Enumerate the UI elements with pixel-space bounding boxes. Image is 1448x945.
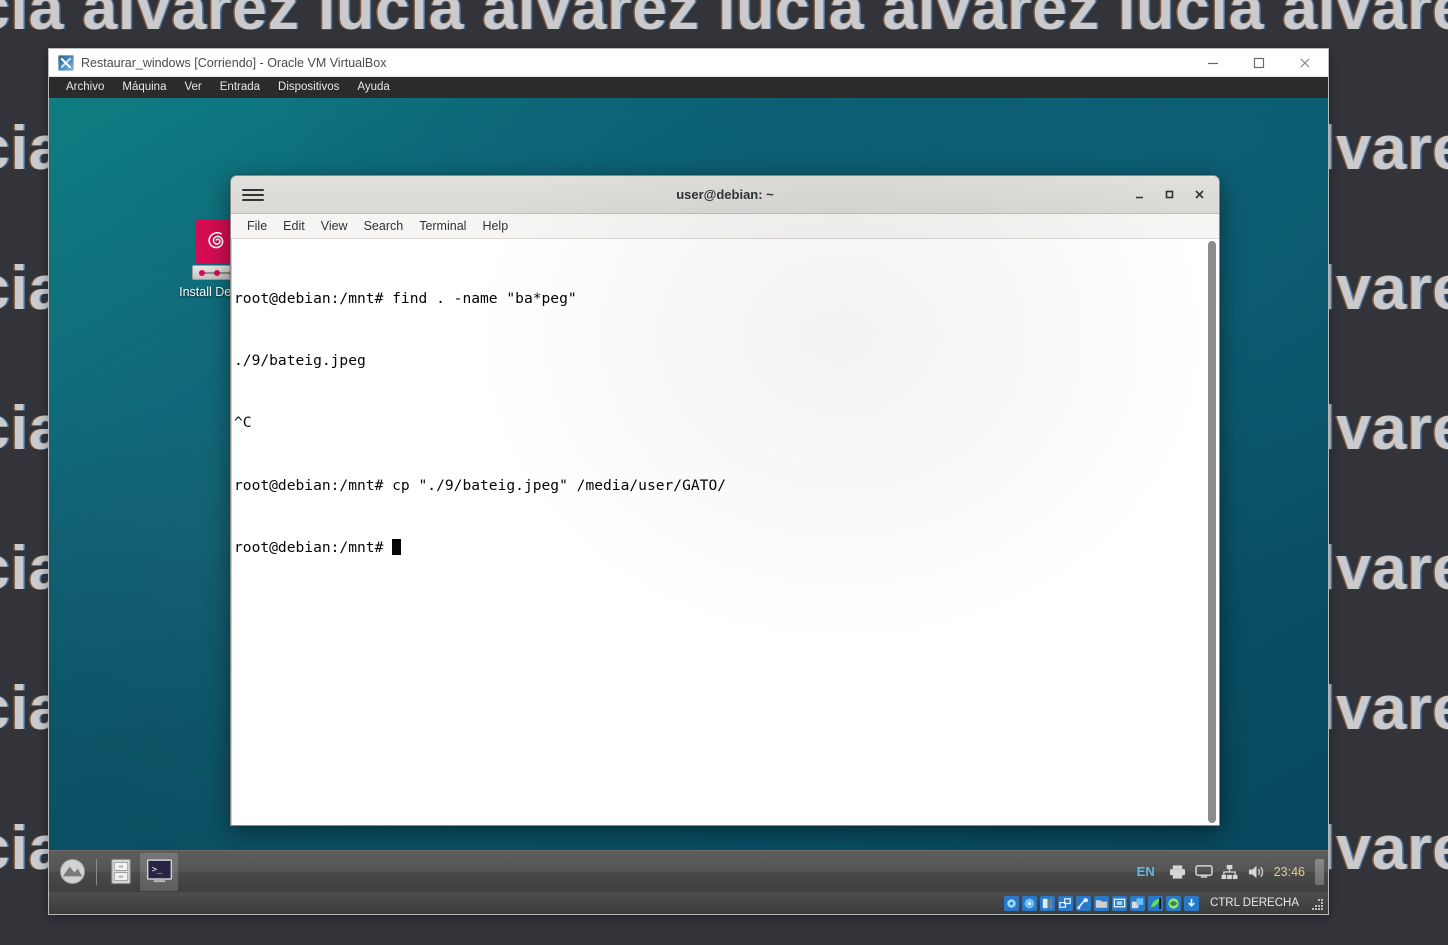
host-key-label: CTRL DERECHA (1210, 897, 1299, 909)
terminal-line: ^C (234, 413, 1205, 434)
file-manager-button[interactable] (102, 853, 140, 891)
file-cabinet-icon (108, 858, 134, 885)
applications-menu-button[interactable] (53, 853, 91, 891)
resize-grip-icon[interactable] (1310, 897, 1323, 910)
virtualbox-menubar: Archivo Máquina Ver Entrada Dispositivos… (49, 77, 1328, 98)
menu-maquina[interactable]: Máquina (113, 77, 175, 98)
terminal-prompt: root@debian:/mnt# (234, 539, 392, 556)
menu-ayuda[interactable]: Ayuda (348, 77, 398, 98)
display-icon[interactable] (1191, 851, 1217, 893)
terminal-window-button[interactable]: >_ (140, 853, 178, 891)
virtualbox-icon (58, 55, 74, 71)
guest-screen: Install Debian user@debian: ~ (49, 98, 1328, 892)
menu-ver[interactable]: Ver (175, 77, 210, 98)
menu-help[interactable]: Help (474, 214, 516, 239)
terminal-cursor (392, 539, 401, 555)
menu-view[interactable]: View (313, 214, 356, 239)
hard-disk-icon[interactable] (1004, 896, 1019, 911)
menu-terminal[interactable]: Terminal (411, 214, 474, 239)
terminal-line: ./9/bateig.jpeg (234, 351, 1205, 372)
remote-desktop-icon[interactable] (1130, 896, 1145, 911)
terminal-menubar: File Edit View Search Terminal Help (231, 214, 1219, 239)
terminal-output[interactable]: root@debian:/mnt# find . -name "ba*peg" … (232, 239, 1205, 825)
hamburger-menu-icon[interactable] (242, 184, 264, 206)
minimize-icon[interactable] (1190, 49, 1236, 77)
network-icon[interactable] (1058, 896, 1073, 911)
terminal-titlebar: user@debian: ~ (231, 176, 1219, 214)
guest-taskbar: >_ EN (49, 850, 1328, 892)
usb-icon[interactable] (1076, 896, 1091, 911)
watermark-row: lucia alvarez lucia alvarez lucia alvare… (0, 0, 1448, 40)
svg-text:>_: >_ (151, 865, 162, 875)
terminal-window-title: user@debian: ~ (231, 187, 1219, 202)
menu-edit[interactable]: Edit (275, 214, 313, 239)
menu-search[interactable]: Search (356, 214, 412, 239)
panel-handle[interactable] (1315, 859, 1324, 885)
keyboard-capture-icon[interactable] (1184, 896, 1199, 911)
vertical-scrollbar[interactable] (1205, 239, 1219, 825)
terminal-window: user@debian: ~ File Edit View (230, 175, 1220, 826)
clock[interactable]: 23:46 (1269, 865, 1313, 879)
printer-icon[interactable] (1165, 851, 1191, 893)
recording-icon[interactable] (1148, 896, 1163, 911)
menu-file[interactable]: File (239, 214, 275, 239)
close-icon[interactable] (1282, 49, 1328, 77)
taskbar-separator (96, 859, 97, 885)
maximize-icon[interactable] (1155, 181, 1183, 209)
mouse-integration-icon[interactable] (1166, 896, 1181, 911)
close-icon[interactable] (1185, 181, 1213, 209)
menu-dispositivos[interactable]: Dispositivos (269, 77, 348, 98)
terminal-line: root@debian:/mnt# cp "./9/bateig.jpeg" /… (234, 476, 1205, 497)
scrollbar-thumb[interactable] (1208, 241, 1216, 823)
optical-disk-icon[interactable] (1022, 896, 1037, 911)
menu-mountain-icon (59, 858, 86, 885)
minimize-icon[interactable] (1125, 181, 1153, 209)
display-icon[interactable] (1112, 896, 1127, 911)
menu-entrada[interactable]: Entrada (211, 77, 269, 98)
terminal-body[interactable]: root@debian:/mnt# find . -name "ba*peg" … (231, 239, 1219, 825)
virtualbox-titlebar: Restaurar_windows [Corriendo] - Oracle V… (49, 49, 1328, 77)
taskbar-launchers (49, 851, 140, 892)
terminal-line: root@debian:/mnt# find . -name "ba*peg" (234, 289, 1205, 310)
volume-icon[interactable] (1243, 851, 1269, 893)
system-tray: EN (1127, 851, 1328, 892)
virtualbox-window-controls (1190, 49, 1328, 77)
shared-folder-icon[interactable] (1094, 896, 1109, 911)
terminal-icon: >_ (145, 857, 174, 886)
maximize-icon[interactable] (1236, 49, 1282, 77)
floppy-disk-icon[interactable] (1040, 896, 1055, 911)
terminal-prompt-line: root@debian:/mnt# (234, 538, 1205, 559)
virtualbox-statusbar: CTRL DERECHA (49, 892, 1328, 914)
menu-archivo[interactable]: Archivo (57, 77, 113, 98)
network-icon[interactable] (1217, 851, 1243, 893)
terminal-window-controls (1125, 181, 1213, 209)
keyboard-language-indicator[interactable]: EN (1127, 864, 1165, 879)
virtualbox-window-title: Restaurar_windows [Corriendo] - Oracle V… (81, 56, 386, 70)
virtualbox-window: Restaurar_windows [Corriendo] - Oracle V… (48, 48, 1329, 915)
